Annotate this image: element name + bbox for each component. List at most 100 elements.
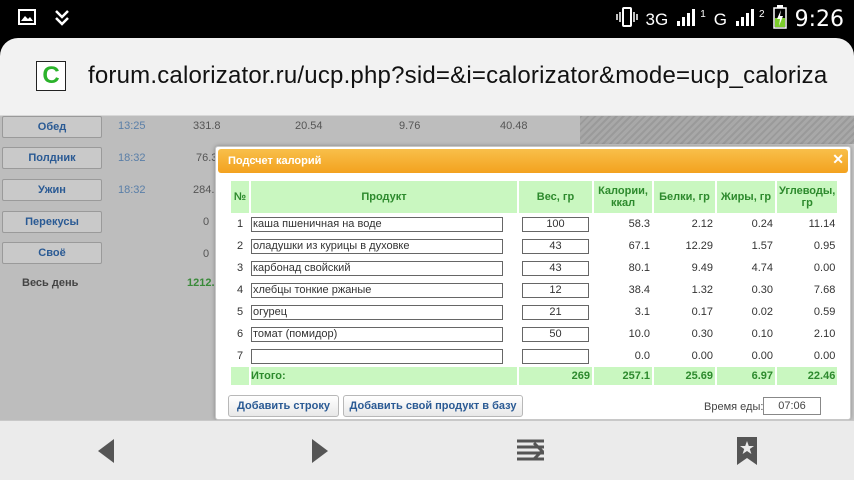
product-cell: каша пшеничная на воде bbox=[251, 213, 517, 235]
vibrate-icon bbox=[615, 6, 638, 33]
table-row: 4 хлебцы тонкие ржаные 12 38.4 1.32 0.30 7.68 bbox=[231, 279, 837, 301]
meal-protein: 20.54 bbox=[295, 120, 323, 132]
table-row: 6 томат (помидор) 50 10.0 0.30 0.10 2.10 bbox=[231, 323, 837, 345]
col-header-fat: Жиры, гр bbox=[717, 181, 775, 213]
page-hatch bbox=[580, 116, 854, 144]
product-cell: карбонад свойский bbox=[251, 257, 517, 279]
product-cell bbox=[251, 345, 517, 367]
cell-fat: 0.02 bbox=[751, 306, 773, 318]
cell-protein: 0.17 bbox=[691, 306, 713, 318]
product-input[interactable]: оладушки из курицы в духовке bbox=[251, 238, 503, 254]
row-number: 6 bbox=[236, 328, 244, 340]
signal-icon bbox=[676, 7, 698, 32]
sim2-label: 2 bbox=[759, 9, 765, 20]
row-number: 7 bbox=[236, 350, 244, 362]
cell-protein: 2.12 bbox=[691, 218, 713, 230]
meal-button-dinner[interactable]: Ужин bbox=[2, 179, 102, 201]
cell-kcal: 38.4 bbox=[628, 284, 650, 296]
close-icon[interactable]: ✕ bbox=[832, 149, 844, 169]
dialog-title: Подсчет калорий bbox=[228, 155, 322, 167]
meal-button-snack[interactable]: Полдник bbox=[2, 147, 102, 169]
product-input[interactable]: хлебцы тонкие ржаные bbox=[251, 282, 503, 298]
cell-protein: 12.29 bbox=[685, 240, 713, 252]
battery-charging-icon bbox=[772, 5, 787, 34]
cell-kcal: 0.0 bbox=[634, 350, 650, 362]
network-3g: 3G bbox=[645, 9, 669, 29]
weight-input[interactable]: 43 bbox=[522, 260, 589, 276]
row-number: 1 bbox=[236, 218, 244, 230]
tabs-icon[interactable] bbox=[514, 435, 550, 467]
row-number: 4 bbox=[236, 284, 244, 296]
add-row-button[interactable]: Добавить строку bbox=[228, 395, 339, 417]
col-header-kcal: Калории, ккал bbox=[594, 181, 652, 213]
row-number: 5 bbox=[236, 306, 244, 318]
meal-kcal: 331.8 bbox=[193, 120, 221, 132]
back-icon[interactable] bbox=[88, 435, 124, 467]
cell-fat: 0.00 bbox=[751, 350, 773, 362]
cell-kcal: 80.1 bbox=[628, 262, 650, 274]
meal-kcal: 0 bbox=[203, 216, 210, 228]
meal-time-label: Время еды: bbox=[704, 401, 764, 413]
cell-fat: 0.24 bbox=[751, 218, 773, 230]
meal-carbs: 40.48 bbox=[500, 120, 528, 132]
table-row: 3 карбонад свойский 43 80.1 9.49 4.74 0.00 bbox=[231, 257, 837, 279]
total-weight: 269 bbox=[519, 367, 592, 385]
cell-fat: 0.30 bbox=[751, 284, 773, 296]
cell-protein: 9.49 bbox=[691, 262, 713, 274]
cell-carbs: 0.59 bbox=[813, 306, 836, 318]
cell-kcal: 67.1 bbox=[628, 240, 650, 252]
product-input[interactable]: томат (помидор) bbox=[251, 326, 503, 342]
col-header-protein: Белки, гр bbox=[654, 181, 715, 213]
product-input[interactable]: огурец bbox=[251, 304, 503, 320]
page-content: Обед 13:25 331.8 20.54 9.76 40.48 Полдни… bbox=[0, 116, 854, 420]
cell-kcal: 58.3 bbox=[628, 218, 650, 230]
day-label: Весь день bbox=[22, 277, 79, 289]
add-product-button[interactable]: Добавить свой продукт в базу bbox=[343, 395, 523, 417]
browser-nav-bar bbox=[0, 420, 854, 480]
table-row: 7 0.0 0.00 0.00 0.00 bbox=[231, 345, 837, 367]
meal-time: 18:32 bbox=[118, 152, 146, 164]
product-input[interactable] bbox=[251, 348, 503, 364]
download-icon bbox=[54, 9, 70, 32]
clock: 9:26 bbox=[794, 7, 844, 32]
product-cell: томат (помидор) bbox=[251, 323, 517, 345]
meal-kcal: 284. bbox=[193, 184, 215, 196]
meal-button-lunch[interactable]: Обед bbox=[2, 116, 102, 138]
cell-protein: 0.00 bbox=[691, 350, 713, 362]
signal-icon bbox=[735, 7, 757, 32]
product-input[interactable]: карбонад свойский bbox=[251, 260, 503, 276]
cell-protein: 1.32 bbox=[691, 284, 713, 296]
network-g: G bbox=[713, 9, 728, 29]
weight-input[interactable]: 21 bbox=[522, 304, 589, 320]
cell-carbs: 0.00 bbox=[813, 350, 836, 362]
cell-carbs: 7.68 bbox=[813, 284, 836, 296]
col-header-number: № bbox=[231, 181, 249, 213]
forward-icon[interactable] bbox=[302, 435, 338, 467]
weight-input[interactable]: 50 bbox=[522, 326, 589, 342]
cell-fat: 4.74 bbox=[751, 262, 773, 274]
day-total: 1212. bbox=[187, 277, 215, 289]
weight-input[interactable]: 12 bbox=[522, 282, 589, 298]
weight-input[interactable]: 100 bbox=[522, 216, 589, 232]
meal-button-own[interactable]: Своё bbox=[2, 242, 102, 264]
url-field[interactable]: forum.calorizator.ru/ucp.php?sid=&i=calo… bbox=[88, 62, 832, 90]
status-bar: 3G 1 G 2 9:26 bbox=[0, 0, 854, 38]
weight-cell: 12 bbox=[519, 279, 592, 301]
weight-cell: 43 bbox=[519, 257, 592, 279]
table-row: 5 огурец 21 3.1 0.17 0.02 0.59 bbox=[231, 301, 837, 323]
bookmark-icon[interactable] bbox=[729, 435, 765, 467]
meal-button-snacks[interactable]: Перекусы bbox=[2, 211, 102, 233]
row-number: 3 bbox=[236, 262, 244, 274]
cell-fat: 1.57 bbox=[751, 240, 773, 252]
image-icon bbox=[18, 9, 36, 32]
site-favicon: C bbox=[36, 61, 66, 91]
product-input[interactable]: каша пшеничная на воде bbox=[251, 216, 503, 232]
cell-kcal: 3.1 bbox=[634, 306, 650, 318]
product-cell: оладушки из курицы в духовке bbox=[251, 235, 517, 257]
weight-input[interactable]: 43 bbox=[522, 238, 589, 254]
weight-input[interactable] bbox=[522, 348, 589, 364]
meal-time-input[interactable]: 07:06 bbox=[763, 397, 821, 415]
cell-carbs: 0.95 bbox=[813, 240, 836, 252]
row-number: 2 bbox=[236, 240, 244, 252]
total-row: Итого: 269 257.1 25.69 6.97 22.46 bbox=[231, 367, 838, 385]
